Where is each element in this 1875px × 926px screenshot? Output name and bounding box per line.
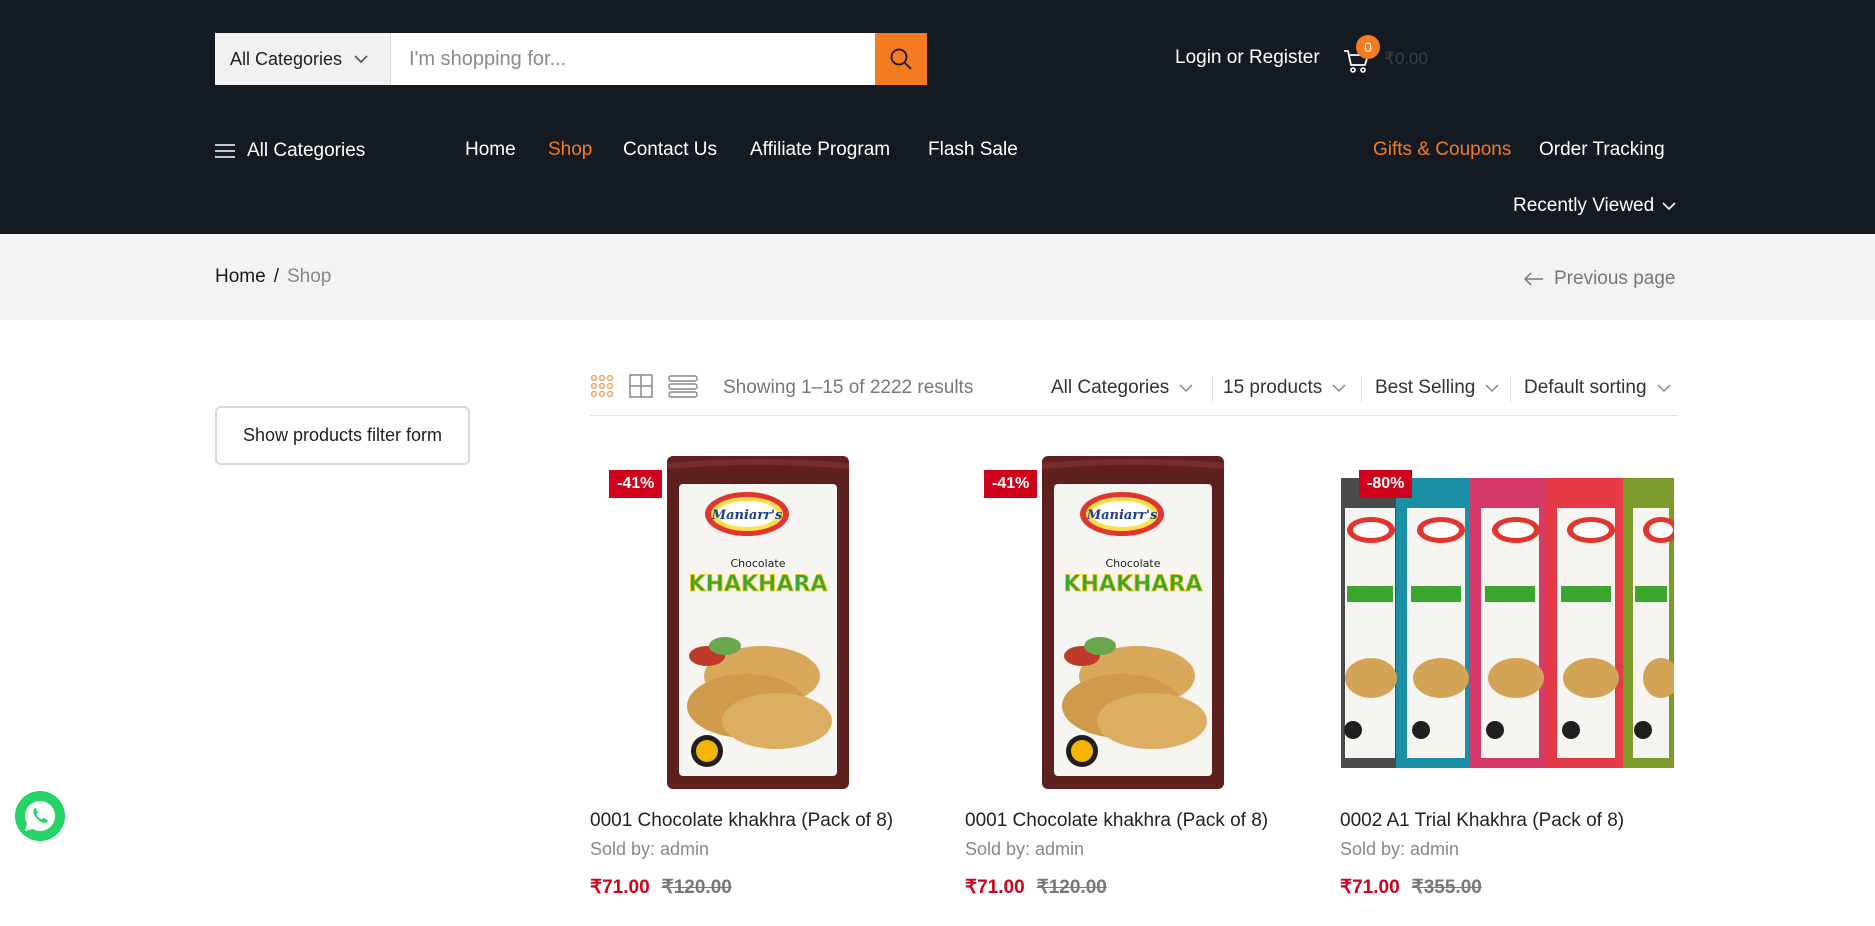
list-view-icon[interactable]	[668, 374, 698, 398]
category-filter-dropdown[interactable]: All Categories	[1051, 377, 1193, 399]
search-input[interactable]	[391, 33, 875, 85]
nav-item-home[interactable]: Home	[465, 139, 516, 161]
arrow-left-icon	[1524, 272, 1543, 286]
chevron-down-icon	[1656, 383, 1671, 392]
shop-toolbar: Showing 1–15 of 2222 results All Categor…	[590, 368, 1678, 416]
whatsapp-icon[interactable]	[14, 790, 66, 842]
product-sold-by: Sold by: admin	[965, 839, 1085, 859]
previous-page-link[interactable]: Previous page	[1524, 268, 1675, 290]
toolbar-divider	[1212, 376, 1213, 402]
chevron-down-icon	[1662, 201, 1676, 210]
product-card[interactable]: Maniarr's Chocolate KHAKHARA -41% 0001 C…	[965, 455, 1300, 898]
nav-home-link[interactable]: Home	[465, 139, 516, 161]
current-price: ₹71.00	[965, 877, 1025, 898]
category-filter-label: All Categories	[1051, 377, 1170, 398]
svg-text:Maniarr's: Maniarr's	[1085, 508, 1157, 523]
product-price: ₹71.00 ₹120.00	[965, 876, 1107, 899]
breadcrumb: Home / Shop	[215, 266, 331, 288]
current-price: ₹71.00	[590, 877, 650, 898]
best-selling-dropdown[interactable]: Best Selling	[1375, 377, 1499, 399]
svg-text:KHAKHARA: KHAKHARA	[1063, 572, 1202, 597]
nav-contact-link[interactable]: Contact Us	[623, 139, 717, 161]
product-sold-by: Sold by: admin	[590, 839, 710, 859]
grid-small-view-icon[interactable]	[590, 374, 614, 398]
nav-item-flash-sale[interactable]: Flash Sale	[928, 139, 1018, 161]
nav-gifts-link[interactable]: Gifts & Coupons	[1373, 139, 1511, 161]
site-header: All Categories Login or Register 0 ₹0.00…	[0, 0, 1875, 234]
svg-text:Chocolate: Chocolate	[730, 557, 785, 570]
chevron-down-icon	[1179, 383, 1193, 392]
per-page-label: 15 products	[1223, 377, 1323, 398]
all-categories-label: All Categories	[247, 140, 366, 161]
nav-item-gifts[interactable]: Gifts & Coupons	[1373, 139, 1511, 161]
svg-text:Chocolate: Chocolate	[1105, 557, 1160, 570]
all-categories-menu[interactable]: All Categories	[215, 140, 365, 162]
original-price: ₹120.00	[1036, 877, 1107, 898]
nav-item-order-tracking[interactable]: Order Tracking	[1539, 139, 1665, 161]
nav-shop-link[interactable]: Shop	[548, 139, 592, 161]
results-count: Showing 1–15 of 2222 results	[723, 377, 974, 398]
product-price: ₹71.00 ₹355.00	[1340, 876, 1482, 899]
show-filter-button[interactable]: Show products filter form	[215, 406, 470, 465]
cart-total[interactable]: ₹0.00	[1384, 49, 1428, 69]
breadcrumb-separator: /	[273, 266, 279, 287]
product-card[interactable]: -80% 0002 A1 Trial Khakhra (Pack of 8) S…	[1340, 455, 1675, 898]
product-title[interactable]: 0001 Chocolate khakhra (Pack of 8)	[965, 810, 1268, 832]
search-icon	[890, 48, 912, 70]
nav-item-shop[interactable]: Shop	[548, 139, 592, 161]
chevron-down-icon	[1485, 383, 1499, 392]
product-image[interactable]: Maniarr's Chocolate KHAKHARA -41%	[590, 455, 925, 790]
category-select-label: All Categories	[230, 48, 343, 69]
recently-viewed-label: Recently Viewed	[1513, 195, 1655, 216]
category-select[interactable]: All Categories	[215, 33, 391, 85]
original-price: ₹355.00	[1411, 877, 1482, 898]
chevron-down-icon	[354, 54, 368, 63]
search-bar: All Categories	[215, 33, 927, 85]
recently-viewed-toggle[interactable]: Recently Viewed	[1513, 195, 1676, 217]
discount-badge: -41%	[984, 470, 1038, 498]
nav-item-affiliate[interactable]: Affiliate Program	[750, 139, 890, 161]
product-price: ₹71.00 ₹120.00	[590, 876, 732, 899]
product-title[interactable]: 0001 Chocolate khakhra (Pack of 8)	[590, 810, 893, 832]
cart-count-badge: 0	[1356, 35, 1380, 59]
nav-flash-sale-link[interactable]: Flash Sale	[928, 139, 1018, 161]
svg-text:Maniarr's: Maniarr's	[710, 508, 782, 523]
current-price: ₹71.00	[1340, 877, 1400, 898]
khakhra-pack-image: Maniarr's Chocolate KHAKHARA	[666, 456, 849, 789]
svg-text:KHAKHARA: KHAKHARA	[688, 572, 827, 597]
product-title[interactable]: 0002 A1 Trial Khakhra (Pack of 8)	[1340, 810, 1624, 832]
product-sold-by: Sold by: admin	[1340, 839, 1460, 859]
khakhra-pack-image: Maniarr's Chocolate KHAKHARA	[1041, 456, 1224, 789]
discount-badge: -41%	[609, 470, 663, 498]
sorting-dropdown[interactable]: Default sorting	[1524, 377, 1671, 399]
product-image[interactable]: Maniarr's Chocolate KHAKHARA -41%	[965, 455, 1300, 790]
breadcrumb-current: Shop	[286, 266, 332, 287]
best-selling-label: Best Selling	[1375, 377, 1476, 398]
nav-affiliate-link[interactable]: Affiliate Program	[750, 139, 890, 161]
sorting-label: Default sorting	[1524, 377, 1647, 398]
grid-large-view-icon[interactable]	[629, 374, 653, 398]
search-button[interactable]	[875, 33, 927, 85]
nav-order-tracking-link[interactable]: Order Tracking	[1539, 139, 1665, 161]
product-image[interactable]: -80%	[1340, 455, 1675, 790]
breadcrumb-home[interactable]: Home	[215, 266, 266, 288]
nav-item-contact[interactable]: Contact Us	[623, 139, 717, 161]
hamburger-icon	[215, 144, 235, 158]
product-card[interactable]: Maniarr's Chocolate KHAKHARA -41% 0001 C…	[590, 455, 925, 898]
toolbar-divider	[1510, 376, 1511, 402]
login-register-link[interactable]: Login or Register	[1175, 47, 1320, 69]
discount-badge: -80%	[1359, 470, 1413, 498]
khakhra-assorted-packs-image	[1341, 477, 1674, 768]
previous-page-label: Previous page	[1554, 268, 1676, 289]
chevron-down-icon	[1332, 383, 1346, 392]
per-page-dropdown[interactable]: 15 products	[1223, 377, 1346, 399]
original-price: ₹120.00	[661, 877, 732, 898]
toolbar-divider	[1361, 376, 1362, 402]
